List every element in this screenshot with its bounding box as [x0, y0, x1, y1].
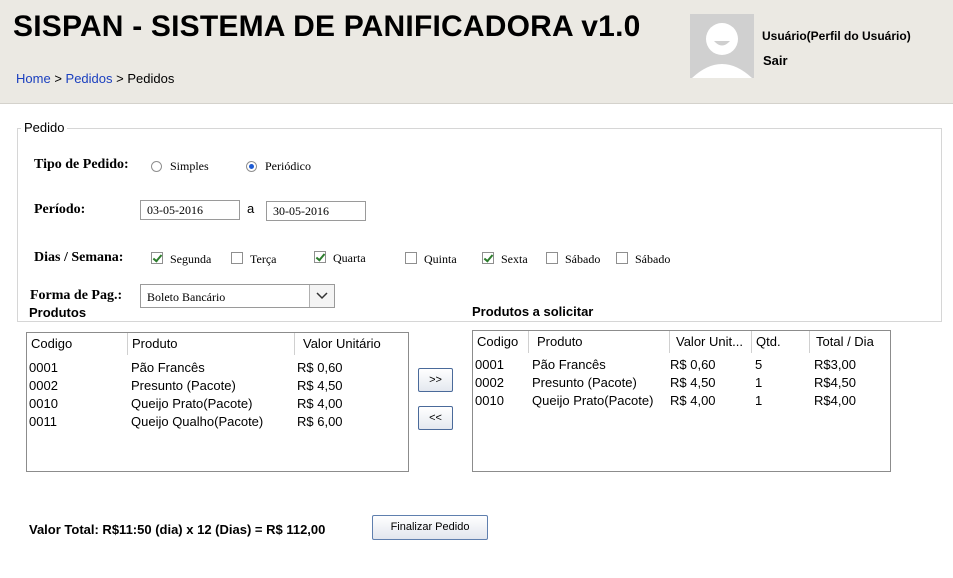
app-header: SISPAN - SISTEMA DE PANIFICADORA v1.0 Ho…	[0, 0, 953, 104]
solicitar-header-total[interactable]: Total / Dia	[810, 331, 890, 353]
checkbox-sabado[interactable]	[546, 252, 558, 264]
solicitar-cell-valor: R$ 0,60	[670, 357, 716, 372]
produtos-header-produto[interactable]: Produto	[128, 333, 295, 355]
periodo-separator: a	[247, 201, 255, 216]
solicitar-header-valor[interactable]: Valor Unit...	[670, 331, 752, 353]
checkbox-quarta-label: Quarta	[333, 251, 366, 265]
produtos-header-valor[interactable]: Valor Unitário	[295, 333, 408, 355]
solicitar-cell-codigo: 0010	[475, 393, 504, 408]
radio-simples-label: Simples	[170, 159, 209, 173]
solicitar-cell-codigo: 0002	[475, 375, 504, 390]
produtos-cell-produto: Queijo Qualho(Pacote)	[131, 414, 264, 429]
app-title: SISPAN - SISTEMA DE PANIFICADORA v1.0	[13, 10, 641, 43]
produtos-cell-valor: R$ 4,00	[297, 396, 343, 411]
produtos-cell-codigo: 0010	[29, 396, 58, 411]
forma-pagamento-select[interactable]: Boleto Bancário	[140, 284, 335, 308]
add-product-button[interactable]: >>	[418, 368, 453, 392]
checkbox-terca[interactable]	[231, 252, 243, 264]
checkbox-quinta[interactable]	[405, 252, 417, 264]
tipo-pedido-label: Tipo de Pedido:	[34, 157, 129, 172]
finalizar-pedido-button[interactable]: Finalizar Pedido	[372, 515, 488, 540]
user-profile-label: Usuário(Perfil do Usuário)	[762, 29, 911, 43]
solicitar-cell-total: R$4,50	[814, 375, 856, 390]
checkbox-segunda-label: Segunda	[170, 252, 212, 266]
checkbox-sabado-label: Sábado	[565, 252, 601, 266]
produtos-cell-valor: R$ 4,50	[297, 378, 343, 393]
solicitar-cell-total: R$4,00	[814, 393, 856, 408]
breadcrumb-home-link[interactable]: Home	[16, 71, 51, 86]
logout-link[interactable]: Sair	[763, 53, 788, 68]
solicitar-listbox[interactable]: Codigo Produto Valor Unit... Qtd. Total …	[472, 330, 891, 472]
breadcrumb-current: Pedidos	[127, 71, 175, 86]
solicitar-cell-codigo: 0001	[475, 357, 504, 372]
dropdown-button[interactable]	[309, 285, 334, 307]
produtos-cell-codigo: 0011	[29, 414, 57, 429]
checkbox-quarta[interactable]	[314, 251, 326, 263]
avatar	[690, 14, 754, 78]
produtos-header-codigo[interactable]: Codigo	[27, 333, 128, 355]
forma-pagamento-label: Forma de Pag.:	[30, 288, 123, 303]
radio-simples[interactable]	[151, 161, 162, 172]
checkbox-terca-label: Terça	[250, 252, 277, 266]
user-avatar-icon	[690, 14, 754, 78]
solicitar-cell-valor: R$ 4,50	[670, 375, 716, 390]
periodo-label: Período:	[34, 202, 86, 217]
pedido-legend: Pedido	[21, 120, 68, 135]
checkbox-quinta-label: Quinta	[424, 252, 457, 266]
solicitar-title: Produtos a solicitar	[472, 304, 594, 319]
produtos-cell-produto: Pão Francês	[131, 360, 205, 375]
solicitar-cell-produto: Queijo Prato(Pacote)	[532, 393, 654, 408]
breadcrumb-separator: >	[54, 71, 62, 86]
solicitar-header-produto[interactable]: Produto	[529, 331, 670, 353]
forma-pagamento-value: Boleto Bancário	[147, 290, 226, 304]
produtos-listbox[interactable]: Codigo Produto Valor Unitário 0001 Pão F…	[26, 332, 409, 472]
solicitar-cell-qtd: 1	[755, 375, 763, 390]
periodo-start-input[interactable]	[140, 200, 240, 220]
solicitar-cell-qtd: 1	[755, 393, 763, 408]
produtos-title: Produtos	[29, 305, 87, 320]
breadcrumb-separator: >	[116, 71, 124, 86]
checkbox-segunda[interactable]	[151, 252, 163, 264]
radio-periodico[interactable]	[246, 161, 257, 172]
breadcrumb-pedidos-link[interactable]: Pedidos	[66, 71, 113, 86]
dias-semana-label: Dias / Semana:	[34, 250, 124, 265]
solicitar-cell-total: R$3,00	[814, 357, 856, 372]
checkbox-sexta[interactable]	[482, 252, 494, 264]
breadcrumb: Home > Pedidos > Pedidos	[16, 71, 174, 86]
produtos-cell-valor: R$ 0,60	[297, 360, 343, 375]
valor-total: Valor Total: R$11:50 (dia) x 12 (Dias) =…	[29, 522, 326, 537]
solicitar-cell-qtd: 5	[755, 357, 763, 372]
chevron-down-icon	[316, 292, 328, 300]
radio-periodico-label: Periódico	[265, 159, 311, 173]
produtos-cell-codigo: 0002	[29, 378, 58, 393]
produtos-cell-produto: Presunto (Pacote)	[131, 378, 236, 393]
solicitar-cell-valor: R$ 4,00	[670, 393, 716, 408]
solicitar-cell-produto: Presunto (Pacote)	[532, 375, 637, 390]
checkbox-sabado-2[interactable]	[616, 252, 628, 264]
produtos-cell-produto: Queijo Prato(Pacote)	[131, 396, 253, 411]
produtos-cell-valor: R$ 6,00	[297, 414, 343, 429]
checkbox-sabado-2-label: Sábado	[635, 252, 671, 266]
periodo-end-input[interactable]	[266, 201, 366, 221]
produtos-cell-codigo: 0001	[29, 360, 58, 375]
remove-product-button[interactable]: <<	[418, 406, 453, 430]
solicitar-cell-produto: Pão Francês	[532, 357, 606, 372]
solicitar-header-codigo[interactable]: Codigo	[473, 331, 529, 353]
checkbox-sexta-label: Sexta	[501, 252, 528, 266]
solicitar-header-qtd[interactable]: Qtd.	[752, 331, 810, 353]
